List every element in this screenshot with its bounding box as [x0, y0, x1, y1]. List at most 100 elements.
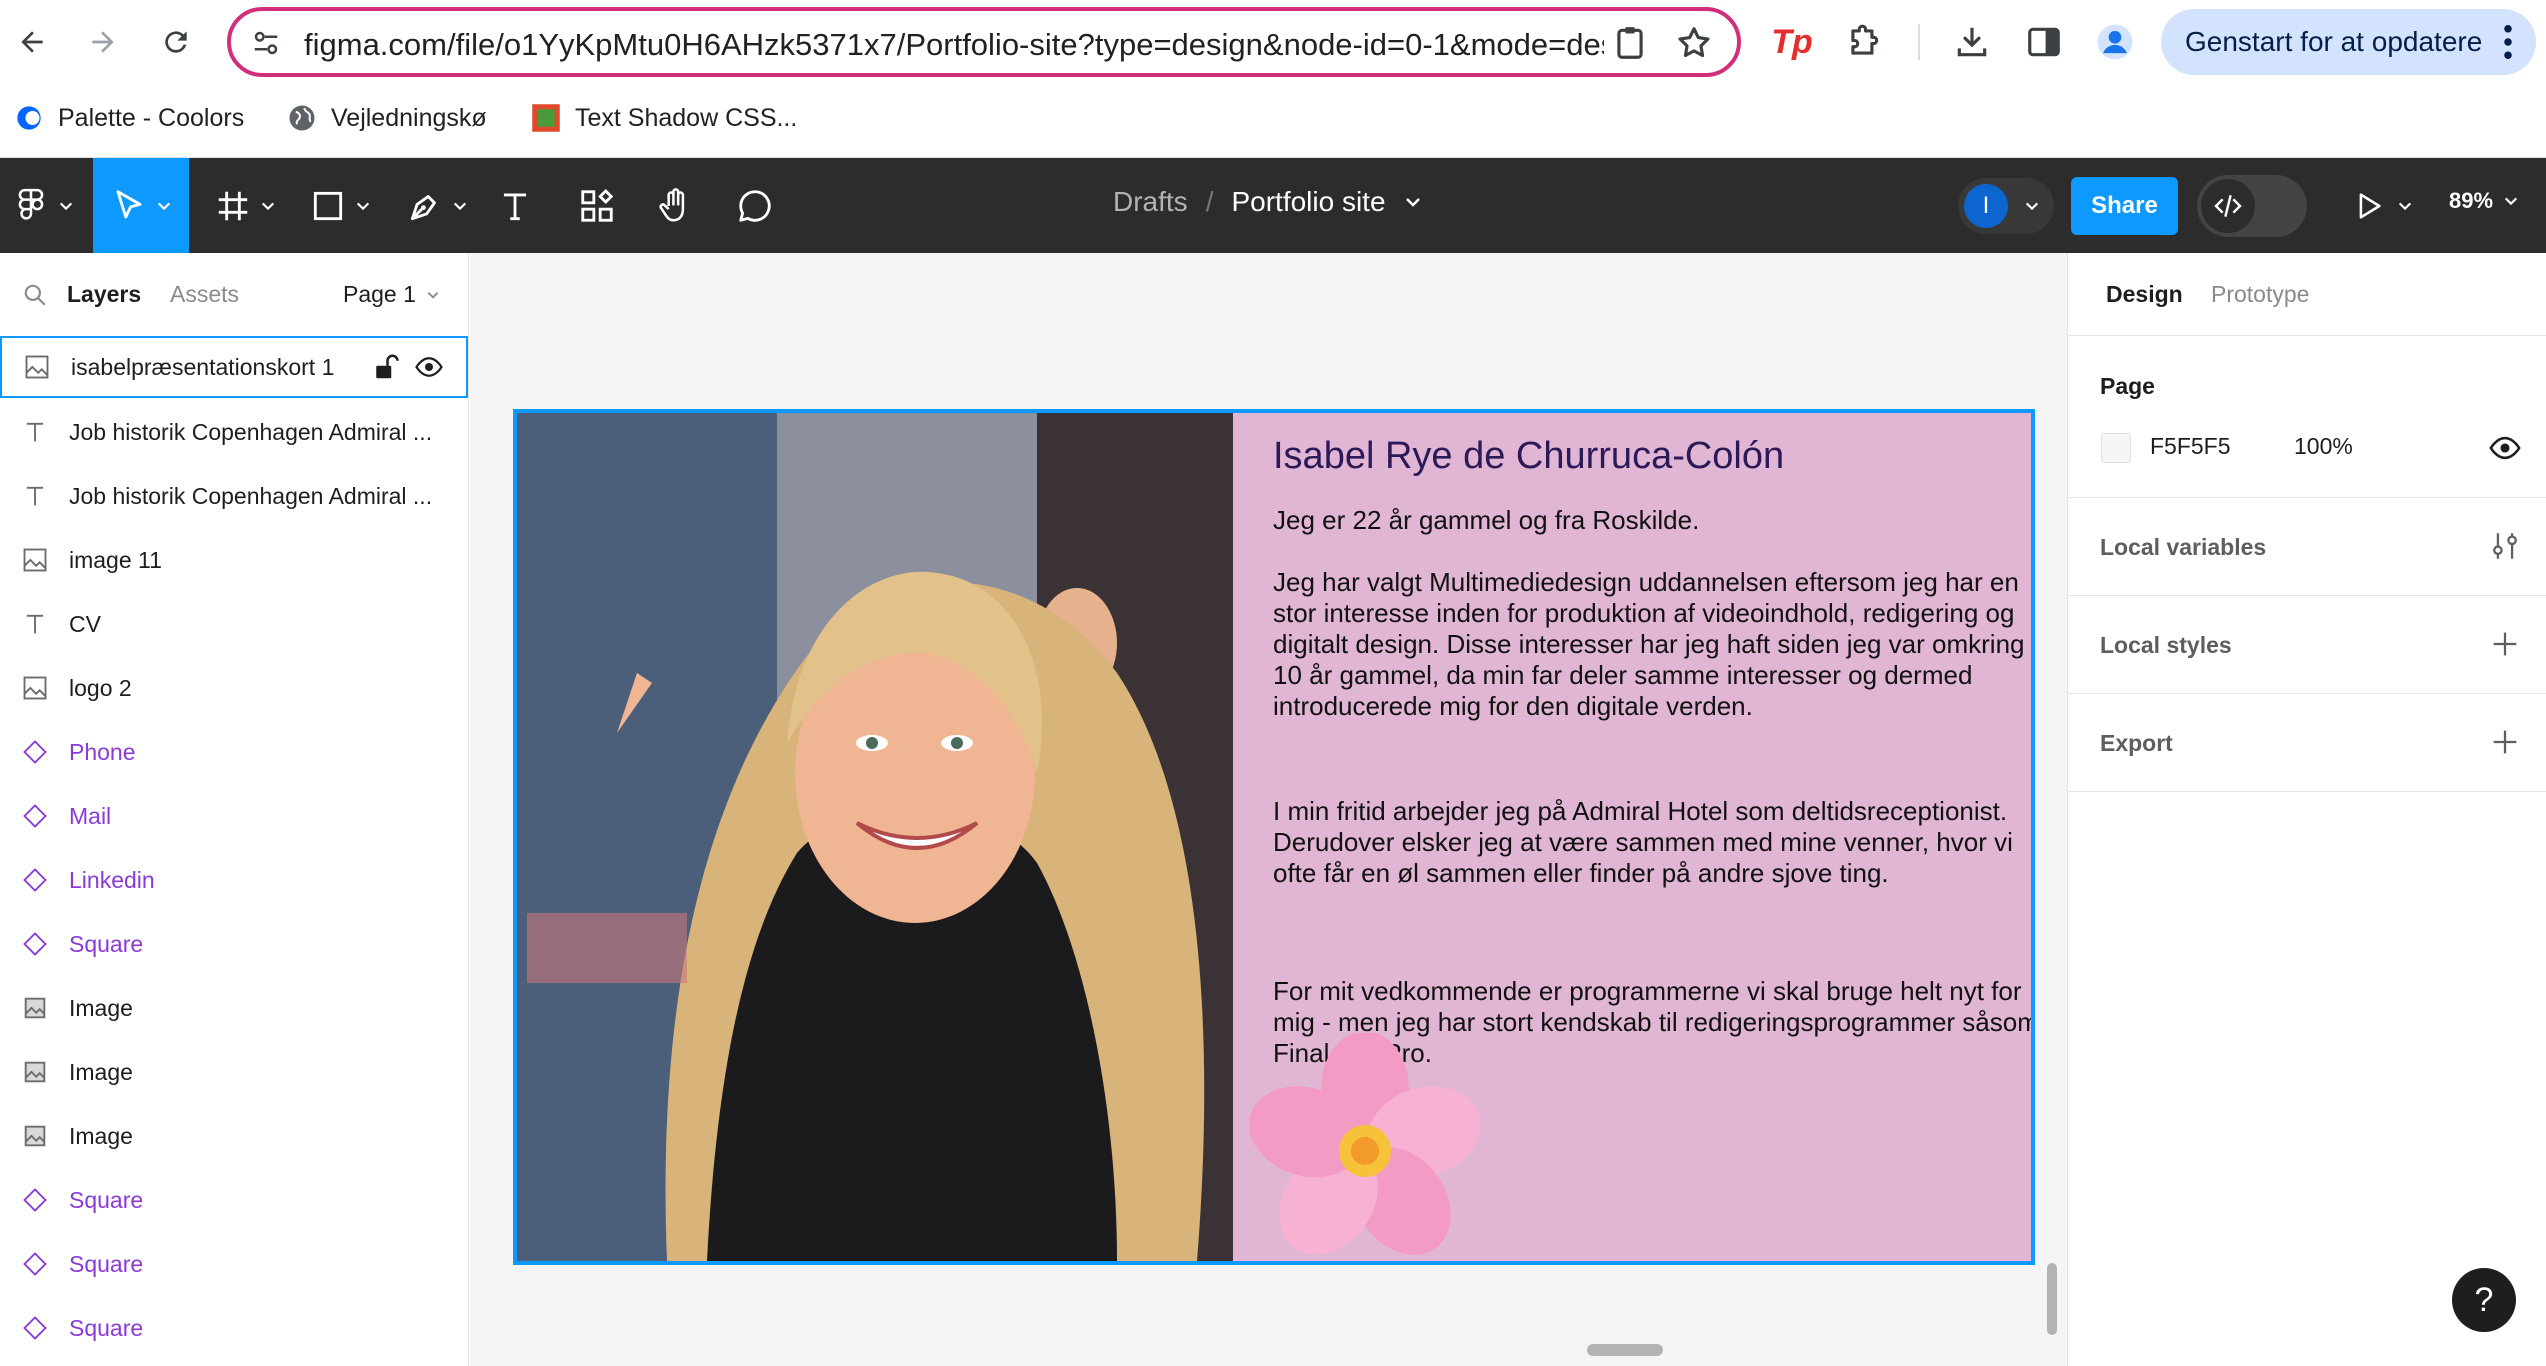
tab-layers[interactable]: Layers — [67, 281, 141, 308]
profile-avatar-icon — [2097, 24, 2133, 60]
search-icon[interactable] — [22, 282, 48, 308]
layer-name: logo 2 — [69, 674, 132, 701]
main-menu-button[interactable] — [0, 158, 86, 253]
hand-tool[interactable] — [650, 158, 700, 253]
layer-name: CV — [69, 610, 101, 637]
code-icon — [2214, 195, 2242, 217]
back-button[interactable] — [4, 14, 60, 70]
layer-row[interactable]: Linkedin — [0, 848, 469, 912]
pen-tool[interactable] — [397, 158, 477, 253]
layer-row[interactable]: Square — [0, 912, 469, 976]
variables-sliders-icon[interactable] — [2488, 529, 2522, 563]
layer-name: Phone — [69, 738, 136, 765]
page-color-hex[interactable]: F5F5F5 — [2150, 433, 2231, 460]
side-panel-button[interactable] — [2020, 18, 2068, 66]
breadcrumb-drafts[interactable]: Drafts — [1113, 186, 1188, 218]
bookmark-vejledningsko[interactable]: Vejledningskø — [287, 98, 487, 138]
reload-button[interactable] — [148, 14, 204, 70]
unlock-icon[interactable] — [370, 352, 400, 382]
zoom-menu[interactable]: 89% — [2449, 188, 2519, 214]
bookmark-coolors[interactable]: Palette - Coolors — [14, 98, 244, 138]
layer-row[interactable]: Image — [0, 1040, 469, 1104]
layer-row[interactable]: Mail — [0, 784, 469, 848]
presentation-card-frame[interactable]: Isabel Rye de Churruca-Colón Jeg er 22 å… — [513, 409, 2035, 1265]
share-button[interactable]: Share — [2071, 177, 2178, 235]
comment-tool[interactable] — [730, 158, 780, 253]
tab-design[interactable]: Design — [2106, 281, 2183, 308]
dev-mode-toggle[interactable] — [2197, 175, 2307, 237]
layer-row[interactable]: Phone — [0, 720, 469, 784]
extensions-button[interactable] — [1840, 18, 1888, 66]
resources-tool[interactable] — [572, 158, 622, 253]
eye-icon[interactable] — [2488, 431, 2522, 465]
present-button[interactable] — [2351, 186, 2421, 226]
file-breadcrumb[interactable]: Drafts / Portfolio site — [1113, 186, 1422, 218]
tab-prototype[interactable]: Prototype — [2211, 281, 2309, 308]
layer-name: Square — [69, 930, 144, 957]
layer-row[interactable]: Job historik Copenhagen Admiral ... — [0, 400, 469, 464]
canvas-horizontal-scrollbar[interactable] — [1587, 1344, 1663, 1356]
bookmark-star-icon[interactable] — [1675, 24, 1713, 62]
local-styles-label[interactable]: Local styles — [2100, 632, 2232, 659]
figma-toolbar: Drafts / Portfolio site I Share 89% — [0, 158, 2546, 253]
address-bar[interactable]: figma.com/file/o1YyKpMtu0H6AHzk5371x7/Po… — [227, 7, 1741, 77]
tab-assets[interactable]: Assets — [170, 281, 239, 308]
shape-tool[interactable] — [300, 158, 380, 253]
restart-to-update-label: Genstart for at opdatere — [2185, 26, 2483, 57]
resources-icon — [581, 188, 614, 222]
layer-row[interactable]: Image — [0, 1104, 469, 1168]
panel-divider — [2068, 497, 2546, 498]
chevron-down-icon[interactable] — [1404, 193, 1422, 211]
plus-icon[interactable] — [2488, 725, 2522, 759]
layer-row[interactable]: Job historik Copenhagen Admiral ... — [0, 464, 469, 528]
frame-tool[interactable] — [205, 158, 285, 253]
text-layer-icon — [18, 607, 52, 641]
canvas-vertical-scrollbar[interactable] — [2047, 1263, 2057, 1335]
local-variables-label[interactable]: Local variables — [2100, 534, 2266, 561]
eye-icon[interactable] — [414, 352, 444, 382]
layer-row[interactable]: Square — [0, 1168, 469, 1232]
image-layer-icon — [18, 543, 52, 577]
layer-name: Square — [69, 1314, 144, 1341]
layer-row-selected[interactable]: isabelpræsentationskort 1 — [0, 336, 468, 398]
export-label[interactable]: Export — [2100, 730, 2173, 757]
help-button[interactable]: ? — [2452, 1268, 2516, 1332]
file-name[interactable]: Portfolio site — [1231, 186, 1385, 218]
arrow-left-icon — [21, 31, 43, 53]
layer-row[interactable]: logo 2 — [0, 656, 469, 720]
site-settings-icon[interactable] — [251, 28, 281, 58]
chevron-down-icon — [427, 291, 439, 299]
clipboard-icon[interactable] — [1611, 24, 1649, 62]
properties-panel: Design Prototype Page F5F5F5 100% Local … — [2067, 253, 2546, 1366]
url-text[interactable]: figma.com/file/o1YyKpMtu0H6AHzk5371x7/Po… — [304, 27, 1604, 63]
comment-bubble-icon — [739, 189, 771, 222]
page-selector[interactable]: Page 1 — [343, 281, 440, 308]
text-shadow-css-icon — [531, 103, 561, 133]
layer-name: Mail — [69, 802, 112, 829]
multiplayer-avatar[interactable]: I — [1958, 178, 2054, 234]
layer-name: Job historik Copenhagen Admiral ... — [69, 418, 433, 445]
card-title: Isabel Rye de Churruca-Colón — [1273, 435, 1785, 477]
design-canvas[interactable]: Isabel Rye de Churruca-Colón Jeg er 22 å… — [470, 253, 2067, 1366]
page-color-opacity[interactable]: 100% — [2294, 433, 2353, 460]
plus-icon[interactable] — [2488, 627, 2522, 661]
layer-name: Square — [69, 1250, 144, 1277]
layer-row[interactable]: Square — [0, 1232, 469, 1296]
component-instance-icon — [18, 927, 52, 961]
restart-to-update-button[interactable]: Genstart for at opdatere — [2161, 9, 2536, 75]
layer-row[interactable]: image 11 — [0, 528, 469, 592]
layer-row[interactable]: Image — [0, 976, 469, 1040]
reload-icon — [165, 31, 187, 53]
bookmarks-bar: Palette - Coolors Vejledningskø Text Sha… — [0, 84, 2546, 158]
page-color-swatch[interactable] — [2101, 433, 2131, 463]
forward-button[interactable] — [75, 14, 131, 70]
downloads-button[interactable] — [1948, 18, 1996, 66]
layer-row[interactable]: CV — [0, 592, 469, 656]
move-tool[interactable] — [93, 158, 189, 253]
profile-button[interactable] — [2091, 18, 2139, 66]
tp-extension-button[interactable]: Tp — [1768, 18, 1816, 66]
bookmark-text-shadow-css[interactable]: Text Shadow CSS... — [531, 98, 797, 138]
text-layer-icon — [18, 479, 52, 513]
layer-row[interactable]: Square — [0, 1296, 469, 1360]
text-tool[interactable] — [490, 158, 540, 253]
